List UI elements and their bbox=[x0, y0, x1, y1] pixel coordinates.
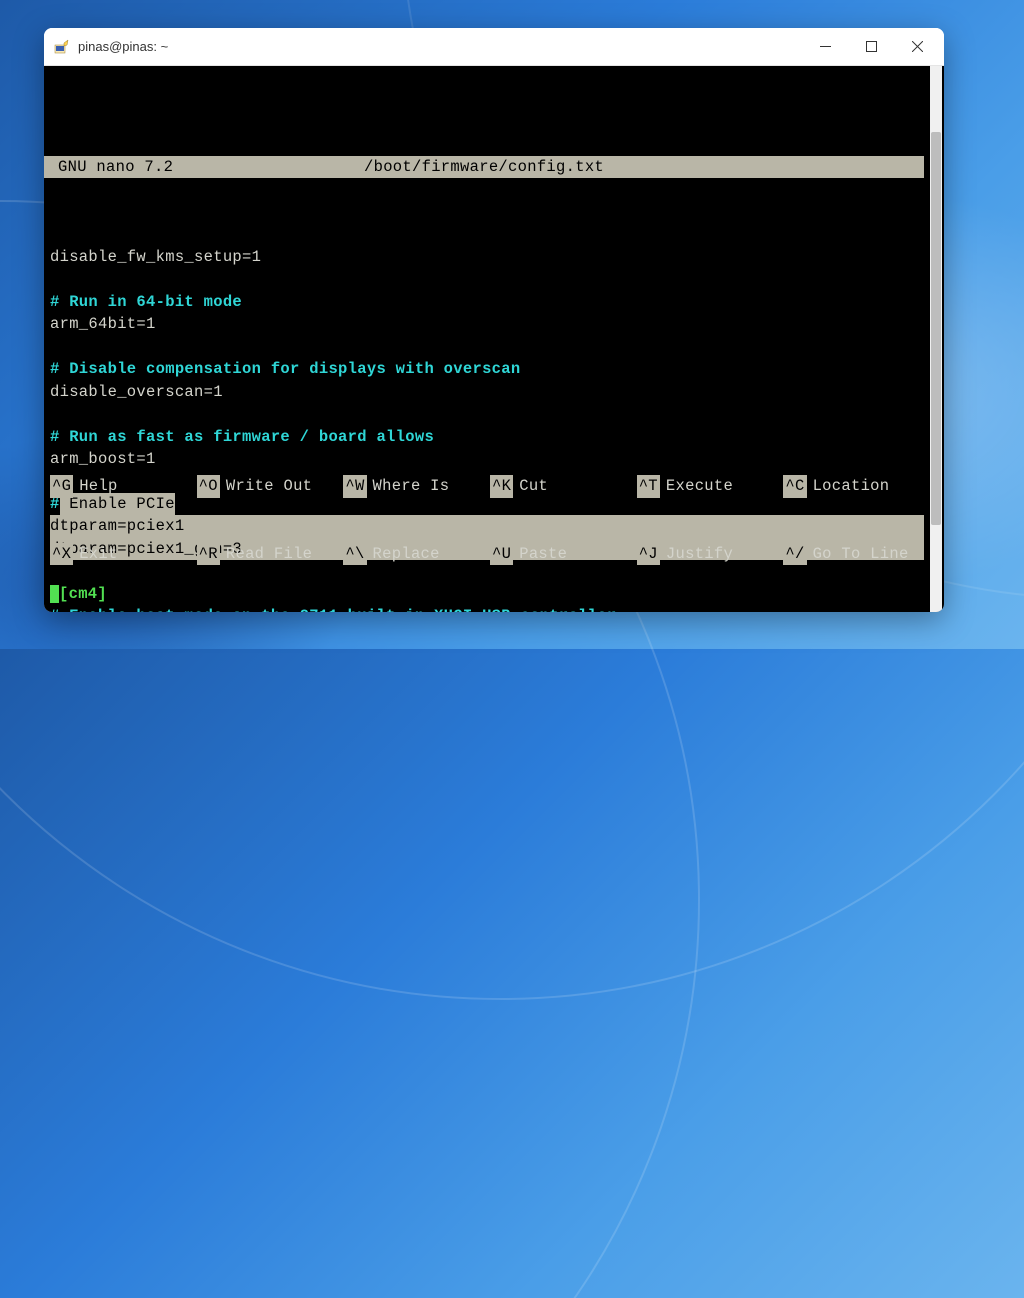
terminal-window: pinas@pinas: ~ GNU nano 7.2 /boot/firmwa… bbox=[44, 28, 944, 612]
nano-shortcut-bar: ^GHelp ^OWrite Out ^WWhere Is ^KCut ^TEx… bbox=[50, 430, 930, 610]
shortcut-help[interactable]: ^GHelp bbox=[50, 475, 197, 497]
comment-line: # Run in 64-bit mode bbox=[50, 293, 242, 311]
config-line: disable_fw_kms_setup=1 bbox=[50, 248, 261, 266]
putty-icon bbox=[54, 39, 70, 55]
shortcut-readfile[interactable]: ^RRead File bbox=[197, 543, 344, 565]
config-line: disable_overscan=1 bbox=[50, 383, 223, 401]
shortcut-whereis[interactable]: ^WWhere Is bbox=[343, 475, 490, 497]
minimize-button[interactable] bbox=[802, 28, 848, 66]
window-title: pinas@pinas: ~ bbox=[78, 39, 802, 54]
close-button[interactable] bbox=[894, 28, 940, 66]
titlebar[interactable]: pinas@pinas: ~ bbox=[44, 28, 944, 66]
shortcut-justify[interactable]: ^JJustify bbox=[637, 543, 784, 565]
shortcut-cut[interactable]: ^KCut bbox=[490, 475, 637, 497]
config-line: arm_64bit=1 bbox=[50, 315, 156, 333]
shortcut-paste[interactable]: ^UPaste bbox=[490, 543, 637, 565]
maximize-button[interactable] bbox=[848, 28, 894, 66]
shortcut-replace[interactable]: ^\Replace bbox=[343, 543, 490, 565]
shortcut-location[interactable]: ^CLocation bbox=[783, 475, 930, 497]
shortcut-exit[interactable]: ^XExit bbox=[50, 543, 197, 565]
scrollbar-thumb[interactable] bbox=[931, 132, 941, 525]
shortcut-gotoline[interactable]: ^/Go To Line bbox=[783, 543, 930, 565]
comment-line: # Disable compensation for displays with… bbox=[50, 360, 520, 378]
scrollbar[interactable] bbox=[930, 66, 942, 612]
nano-filepath: /boot/firmware/config.txt bbox=[364, 156, 604, 178]
nano-version: GNU nano 7.2 bbox=[54, 158, 173, 176]
shortcut-execute[interactable]: ^TExecute bbox=[637, 475, 784, 497]
shortcut-writeout[interactable]: ^OWrite Out bbox=[197, 475, 344, 497]
nano-header: GNU nano 7.2 /boot/firmware/config.txt bbox=[44, 156, 924, 178]
terminal-area[interactable]: GNU nano 7.2 /boot/firmware/config.txt d… bbox=[44, 66, 944, 612]
